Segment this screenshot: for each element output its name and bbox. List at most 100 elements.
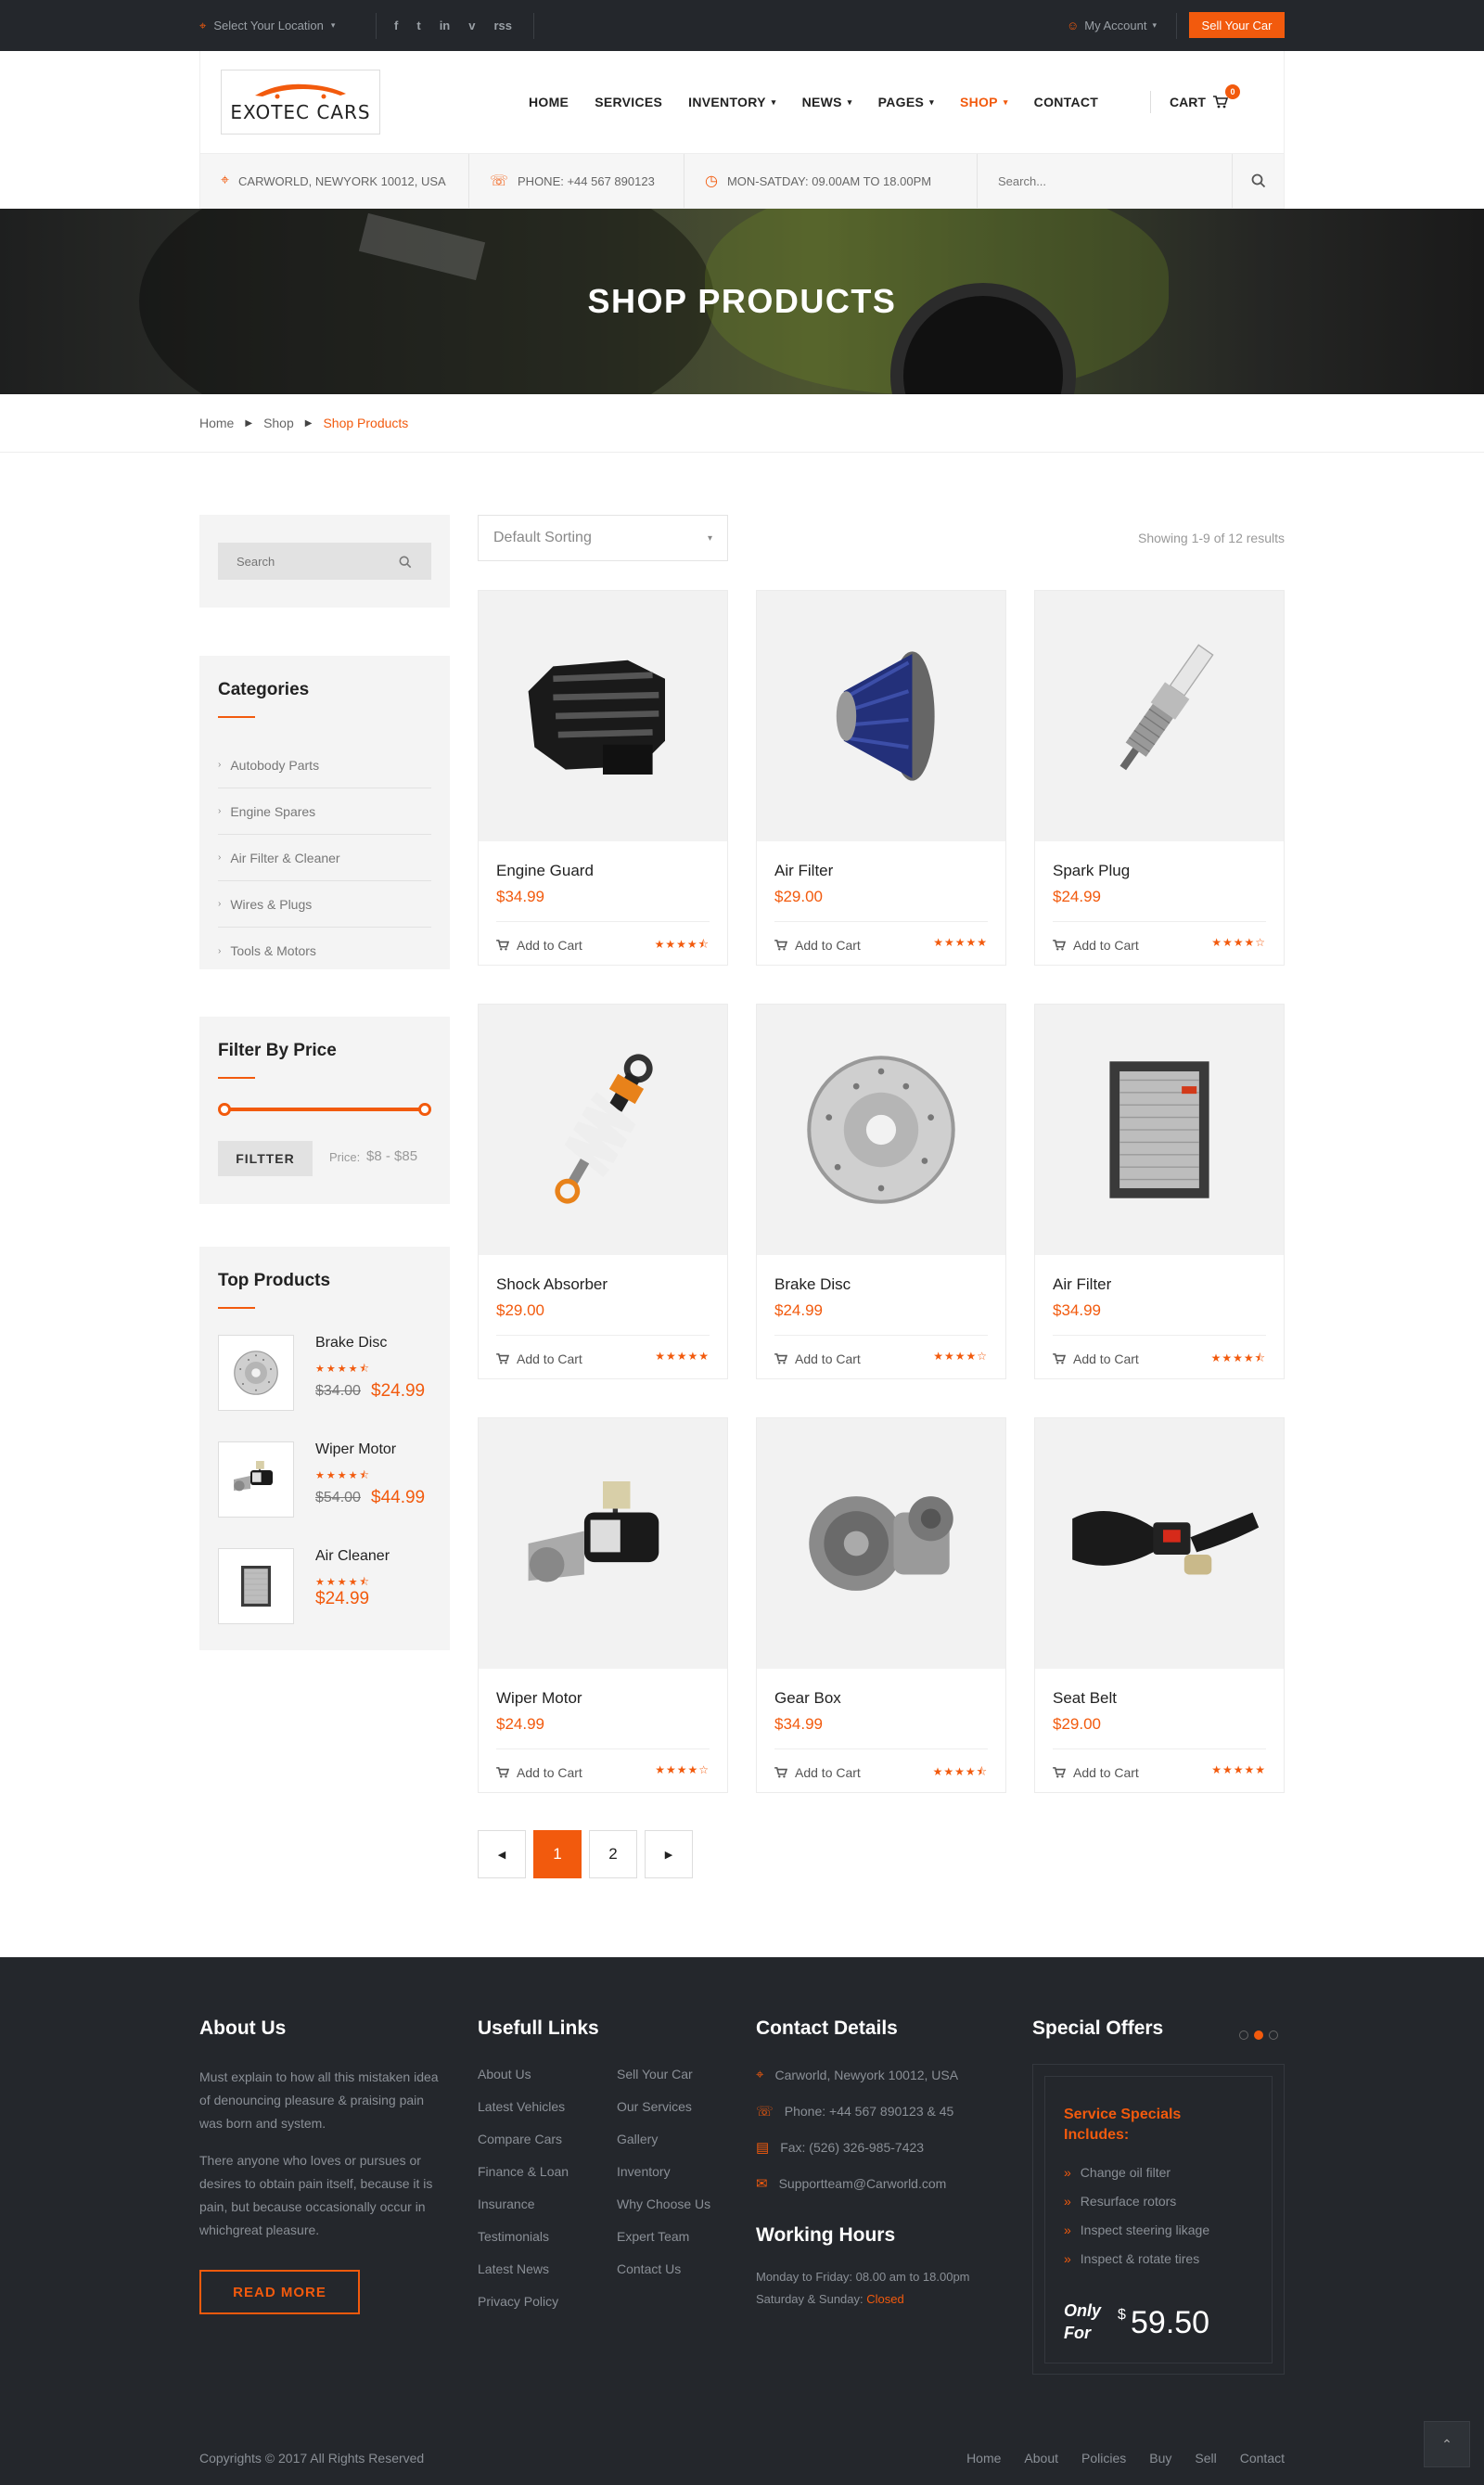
top-product-item[interactable]: Air Cleaner ★★★★⯪ $24.99 — [218, 1548, 431, 1632]
rss-icon[interactable]: rss — [493, 19, 512, 32]
product-name[interactable]: Spark Plug — [1053, 862, 1130, 880]
footer-link[interactable]: Contact Us — [617, 2261, 681, 2276]
footer-link[interactable]: Sell Your Car — [617, 2067, 693, 2082]
add-to-cart-button[interactable]: Add to Cart — [496, 1351, 582, 1366]
location-selector[interactable]: ⌖ Select Your Location ▾ — [199, 0, 335, 51]
top-product-image[interactable] — [218, 1335, 294, 1411]
product-name[interactable]: Wiper Motor — [496, 1689, 582, 1708]
product-name[interactable]: Air Filter — [1053, 1275, 1111, 1294]
product-card[interactable]: Seat Belt $29.00 Add to Cart ★★★★★ — [1034, 1417, 1285, 1793]
product-image[interactable] — [757, 1005, 1005, 1255]
add-to-cart-button[interactable]: Add to Cart — [774, 938, 861, 953]
product-card[interactable]: Air Filter $34.99 Add to Cart ★★★★⯪ — [1034, 1004, 1285, 1379]
logo[interactable]: EXOTEC CARS — [221, 70, 380, 134]
top-product-item[interactable]: Wiper Motor ★★★★⯪ $54.00 $44.99 — [218, 1441, 431, 1525]
product-card[interactable]: Wiper Motor $24.99 Add to Cart ★★★★☆ — [478, 1417, 728, 1793]
nav-item-home[interactable]: HOME — [516, 51, 582, 153]
top-product-image[interactable] — [218, 1548, 294, 1624]
top-product-name[interactable]: Brake Disc — [315, 1335, 387, 1351]
breadcrumb-home[interactable]: Home — [199, 416, 234, 430]
next-page-button[interactable]: ▶ — [645, 1830, 693, 1878]
footer-bottom-link[interactable]: Sell — [1195, 2451, 1216, 2466]
top-product-name[interactable]: Air Cleaner — [315, 1548, 390, 1565]
footer-link[interactable]: About Us — [478, 2067, 531, 2082]
vimeo-icon[interactable]: v — [468, 19, 475, 32]
nav-item-news[interactable]: NEWS ▾ — [789, 51, 865, 153]
add-to-cart-button[interactable]: Add to Cart — [496, 938, 582, 953]
category-item[interactable]: › Tools & Motors — [218, 928, 431, 974]
footer-link[interactable]: Expert Team — [617, 2229, 689, 2244]
footer-link[interactable]: Insurance — [478, 2197, 534, 2211]
product-image[interactable] — [1035, 1005, 1284, 1255]
footer-bottom-link[interactable]: Home — [966, 2451, 1001, 2466]
product-card[interactable]: Gear Box $34.99 Add to Cart ★★★★⯪ — [756, 1417, 1006, 1793]
footer-link[interactable]: Our Services — [617, 2099, 692, 2114]
search-icon[interactable] — [399, 556, 412, 569]
cart-button[interactable]: CART 0 — [1150, 84, 1240, 113]
product-name[interactable]: Air Filter — [774, 862, 833, 880]
breadcrumb-shop[interactable]: Shop — [263, 416, 294, 430]
top-product-image[interactable] — [218, 1441, 294, 1518]
nav-item-services[interactable]: SERVICES — [582, 51, 675, 153]
sort-select[interactable]: Default Sorting ▾ — [478, 515, 728, 561]
footer-link[interactable]: Finance & Loan — [478, 2164, 569, 2179]
footer-link[interactable]: Inventory — [617, 2164, 671, 2179]
nav-item-shop[interactable]: SHOP ▾ — [947, 51, 1021, 153]
product-name[interactable]: Brake Disc — [774, 1275, 851, 1294]
page-2-button[interactable]: 2 — [589, 1830, 637, 1878]
price-range-slider[interactable] — [218, 1103, 431, 1116]
category-item[interactable]: › Air Filter & Cleaner — [218, 835, 431, 881]
footer-link[interactable]: Gallery — [617, 2132, 658, 2146]
prev-page-button[interactable]: ◀ — [478, 1830, 526, 1878]
product-name[interactable]: Shock Absorber — [496, 1275, 608, 1294]
filter-button[interactable]: FILTTER — [218, 1141, 313, 1176]
slider-min-handle[interactable] — [218, 1103, 231, 1116]
footer-bottom-link[interactable]: Buy — [1149, 2451, 1171, 2466]
linkedin-icon[interactable]: in — [440, 19, 451, 32]
carousel-dot-active[interactable] — [1254, 2030, 1263, 2040]
add-to-cart-button[interactable]: Add to Cart — [1053, 938, 1139, 953]
product-name[interactable]: Engine Guard — [496, 862, 594, 880]
footer-bottom-link[interactable]: Policies — [1081, 2451, 1126, 2466]
category-item[interactable]: › Autobody Parts — [218, 742, 431, 788]
add-to-cart-button[interactable]: Add to Cart — [1053, 1351, 1139, 1366]
facebook-icon[interactable]: f — [394, 19, 398, 32]
top-product-name[interactable]: Wiper Motor — [315, 1441, 396, 1458]
product-image[interactable] — [1035, 591, 1284, 841]
slider-max-handle[interactable] — [418, 1103, 431, 1116]
product-card[interactable]: Shock Absorber $29.00 Add to Cart ★★★★★ — [478, 1004, 728, 1379]
nav-item-inventory[interactable]: INVENTORY ▾ — [675, 51, 788, 153]
page-1-button[interactable]: 1 — [533, 1830, 582, 1878]
product-card[interactable]: Brake Disc $24.99 Add to Cart ★★★★☆ — [756, 1004, 1006, 1379]
product-name[interactable]: Seat Belt — [1053, 1689, 1117, 1708]
product-card[interactable]: Spark Plug $24.99 Add to Cart ★★★★☆ — [1034, 590, 1285, 966]
nav-item-pages[interactable]: PAGES ▾ — [865, 51, 947, 153]
carousel-dot[interactable] — [1239, 2030, 1248, 2040]
read-more-button[interactable]: READ MORE — [199, 2270, 360, 2314]
header-search-button[interactable] — [1232, 154, 1285, 208]
product-image[interactable] — [479, 1418, 727, 1669]
footer-bottom-link[interactable]: Contact — [1240, 2451, 1285, 2466]
product-image[interactable] — [479, 591, 727, 841]
add-to-cart-button[interactable]: Add to Cart — [774, 1351, 861, 1366]
product-image[interactable] — [479, 1005, 727, 1255]
category-item[interactable]: › Wires & Plugs — [218, 881, 431, 928]
footer-link[interactable]: Privacy Policy — [478, 2294, 558, 2309]
footer-link[interactable]: Latest News — [478, 2261, 549, 2276]
product-image[interactable] — [1035, 1418, 1284, 1669]
carousel-dot[interactable] — [1269, 2030, 1278, 2040]
add-to-cart-button[interactable]: Add to Cart — [496, 1765, 582, 1780]
category-item[interactable]: › Engine Spares — [218, 788, 431, 835]
top-product-item[interactable]: Brake Disc ★★★★⯪ $34.00 $24.99 — [218, 1335, 431, 1418]
footer-bottom-link[interactable]: About — [1024, 2451, 1058, 2466]
footer-link[interactable]: Compare Cars — [478, 2132, 562, 2146]
my-account-menu[interactable]: ☺ My Account ▾ — [1067, 0, 1157, 51]
footer-link[interactable]: Why Choose Us — [617, 2197, 710, 2211]
twitter-icon[interactable]: t — [416, 19, 420, 32]
footer-link[interactable]: Testimonials — [478, 2229, 549, 2244]
sell-your-car-button[interactable]: Sell Your Car — [1189, 12, 1285, 38]
product-card[interactable]: Engine Guard $34.99 Add to Cart ★★★★⯪ — [478, 590, 728, 966]
add-to-cart-button[interactable]: Add to Cart — [774, 1765, 861, 1780]
product-card[interactable]: Air Filter $29.00 Add to Cart ★★★★★ — [756, 590, 1006, 966]
product-name[interactable]: Gear Box — [774, 1689, 841, 1708]
